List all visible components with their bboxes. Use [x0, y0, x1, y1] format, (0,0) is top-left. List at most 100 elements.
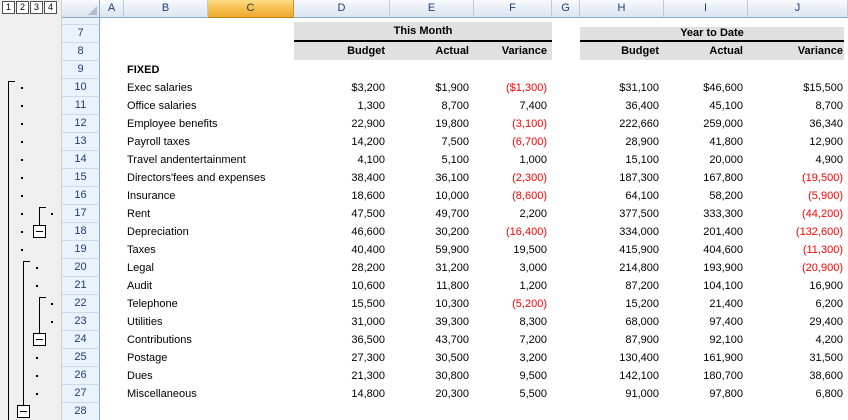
cell-tm-budget[interactable]: 40,400	[294, 241, 385, 259]
cell-ytd-budget[interactable]: $31,100	[580, 79, 659, 97]
row-header-21[interactable]: 21	[62, 277, 100, 295]
cell-ytd-budget[interactable]: 36,400	[580, 97, 659, 115]
cell-tm-variance[interactable]: (16,400)	[474, 223, 547, 241]
row-label[interactable]: Dues	[127, 367, 307, 385]
cell-ytd-variance[interactable]: 38,600	[748, 367, 843, 385]
tm-budget-header[interactable]: Budget	[294, 42, 385, 60]
column-header-B[interactable]: B	[124, 0, 208, 18]
collapse-minus-icon[interactable]	[33, 225, 46, 238]
cell-tm-variance[interactable]: ($1,300)	[474, 79, 547, 97]
cell-tm-budget[interactable]: 15,500	[294, 295, 385, 313]
cell-ytd-variance[interactable]: 8,700	[748, 97, 843, 115]
cell-tm-actual[interactable]: 39,300	[390, 313, 469, 331]
cell-tm-variance[interactable]: 7,400	[474, 97, 547, 115]
cell-tm-variance[interactable]: 2,200	[474, 205, 547, 223]
cell-tm-budget[interactable]: 10,600	[294, 277, 385, 295]
cell-ytd-actual[interactable]: 104,100	[664, 277, 743, 295]
cell-ytd-variance[interactable]: 4,200	[748, 331, 843, 349]
row-header-22[interactable]: 22	[62, 295, 100, 313]
cell-tm-actual[interactable]: 5,100	[390, 151, 469, 169]
cell-tm-actual[interactable]: 19,800	[390, 115, 469, 133]
cell-ytd-budget[interactable]: 222,660	[580, 115, 659, 133]
cell-tm-budget[interactable]: 21,300	[294, 367, 385, 385]
row-header-17[interactable]: 17	[62, 205, 100, 223]
cell-ytd-actual[interactable]: 21,400	[664, 295, 743, 313]
cell-ytd-actual[interactable]: 58,200	[664, 187, 743, 205]
cell-tm-actual[interactable]: 59,900	[390, 241, 469, 259]
cell-tm-actual[interactable]: 31,200	[390, 259, 469, 277]
cell-ytd-budget[interactable]: 28,900	[580, 133, 659, 151]
row-header-20[interactable]: 20	[62, 259, 100, 277]
cell-ytd-budget[interactable]: 68,000	[580, 313, 659, 331]
row-header-28[interactable]: 28	[62, 403, 100, 420]
row-label[interactable]: Office salaries	[127, 97, 307, 115]
row-label[interactable]: Postage	[127, 349, 307, 367]
cell-tm-actual[interactable]: 8,700	[390, 97, 469, 115]
cell-ytd-actual[interactable]: 193,900	[664, 259, 743, 277]
outline-level-button-4[interactable]: 4	[44, 1, 57, 14]
ytd-actual-header[interactable]: Actual	[664, 42, 743, 60]
row-header-25[interactable]: 25	[62, 349, 100, 367]
cell-tm-budget[interactable]: 31,000	[294, 313, 385, 331]
row-label[interactable]: Taxes	[127, 241, 307, 259]
row-label[interactable]: Utilities	[127, 313, 307, 331]
row-header-10[interactable]: 10	[62, 79, 100, 97]
cell-ytd-actual[interactable]: 259,000	[664, 115, 743, 133]
cell-ytd-variance[interactable]: 29,400	[748, 313, 843, 331]
cell-ytd-variance[interactable]: 31,500	[748, 349, 843, 367]
column-header-E[interactable]: E	[390, 0, 474, 18]
tm-actual-header[interactable]: Actual	[390, 42, 469, 60]
cell-tm-variance[interactable]: 19,500	[474, 241, 547, 259]
row-label[interactable]: Legal	[127, 259, 307, 277]
cell-tm-actual[interactable]: 30,800	[390, 367, 469, 385]
cell-tm-budget[interactable]: 14,800	[294, 385, 385, 403]
cell-ytd-budget[interactable]: 377,500	[580, 205, 659, 223]
row-label[interactable]: Miscellaneous	[127, 385, 307, 403]
row-header-27[interactable]: 27	[62, 385, 100, 403]
column-header-C[interactable]: C	[208, 0, 294, 18]
cell-ytd-actual[interactable]: 201,400	[664, 223, 743, 241]
cell-ytd-budget[interactable]: 15,100	[580, 151, 659, 169]
cell-tm-variance[interactable]: 9,500	[474, 367, 547, 385]
cell-ytd-variance[interactable]: (5,900)	[748, 187, 843, 205]
cell-tm-budget[interactable]: 47,500	[294, 205, 385, 223]
row-header-16[interactable]: 16	[62, 187, 100, 205]
tm-variance-header[interactable]: Variance	[474, 42, 547, 60]
cell-tm-budget[interactable]: 38,400	[294, 169, 385, 187]
cell-ytd-variance[interactable]: 6,200	[748, 295, 843, 313]
cell-tm-variance[interactable]: (3,100)	[474, 115, 547, 133]
cell-ytd-variance[interactable]: 12,900	[748, 133, 843, 151]
row-header-19[interactable]: 19	[62, 241, 100, 259]
row-label[interactable]: Exec salaries	[127, 79, 307, 97]
cell-ytd-actual[interactable]: 45,100	[664, 97, 743, 115]
column-header-H[interactable]: H	[580, 0, 664, 18]
column-header-I[interactable]: I	[664, 0, 748, 18]
cell-ytd-budget[interactable]: 214,800	[580, 259, 659, 277]
cell-ytd-actual[interactable]: 97,400	[664, 313, 743, 331]
section-label-fixed[interactable]: FIXED	[127, 61, 307, 79]
cell-tm-actual[interactable]: $1,900	[390, 79, 469, 97]
cell-ytd-variance[interactable]: 6,800	[748, 385, 843, 403]
cell-ytd-variance[interactable]: 16,900	[748, 277, 843, 295]
cell-ytd-variance[interactable]: $15,500	[748, 79, 843, 97]
row-label[interactable]: Audit	[127, 277, 307, 295]
row-label[interactable]: Directors'fees and expenses	[127, 169, 307, 187]
row-header-11[interactable]: 11	[62, 97, 100, 115]
cell-ytd-variance[interactable]: (19,500)	[748, 169, 843, 187]
collapse-minus-icon[interactable]	[17, 405, 30, 418]
row-header-9[interactable]: 9	[62, 61, 100, 79]
column-header-J[interactable]: J	[748, 0, 848, 18]
collapse-minus-icon[interactable]	[33, 333, 46, 346]
cell-ytd-budget[interactable]: 142,100	[580, 367, 659, 385]
cell-ytd-budget[interactable]: 415,900	[580, 241, 659, 259]
select-all-corner[interactable]	[62, 0, 100, 18]
cell-tm-actual[interactable]: 10,000	[390, 187, 469, 205]
row-label[interactable]: Travel andentertainment	[127, 151, 307, 169]
cell-ytd-budget[interactable]: 187,300	[580, 169, 659, 187]
cell-tm-budget[interactable]: $3,200	[294, 79, 385, 97]
cell-tm-variance[interactable]: (8,600)	[474, 187, 547, 205]
row-header-14[interactable]: 14	[62, 151, 100, 169]
cell-tm-budget[interactable]: 18,600	[294, 187, 385, 205]
cell-tm-actual[interactable]: 43,700	[390, 331, 469, 349]
cell-tm-variance[interactable]: 3,200	[474, 349, 547, 367]
